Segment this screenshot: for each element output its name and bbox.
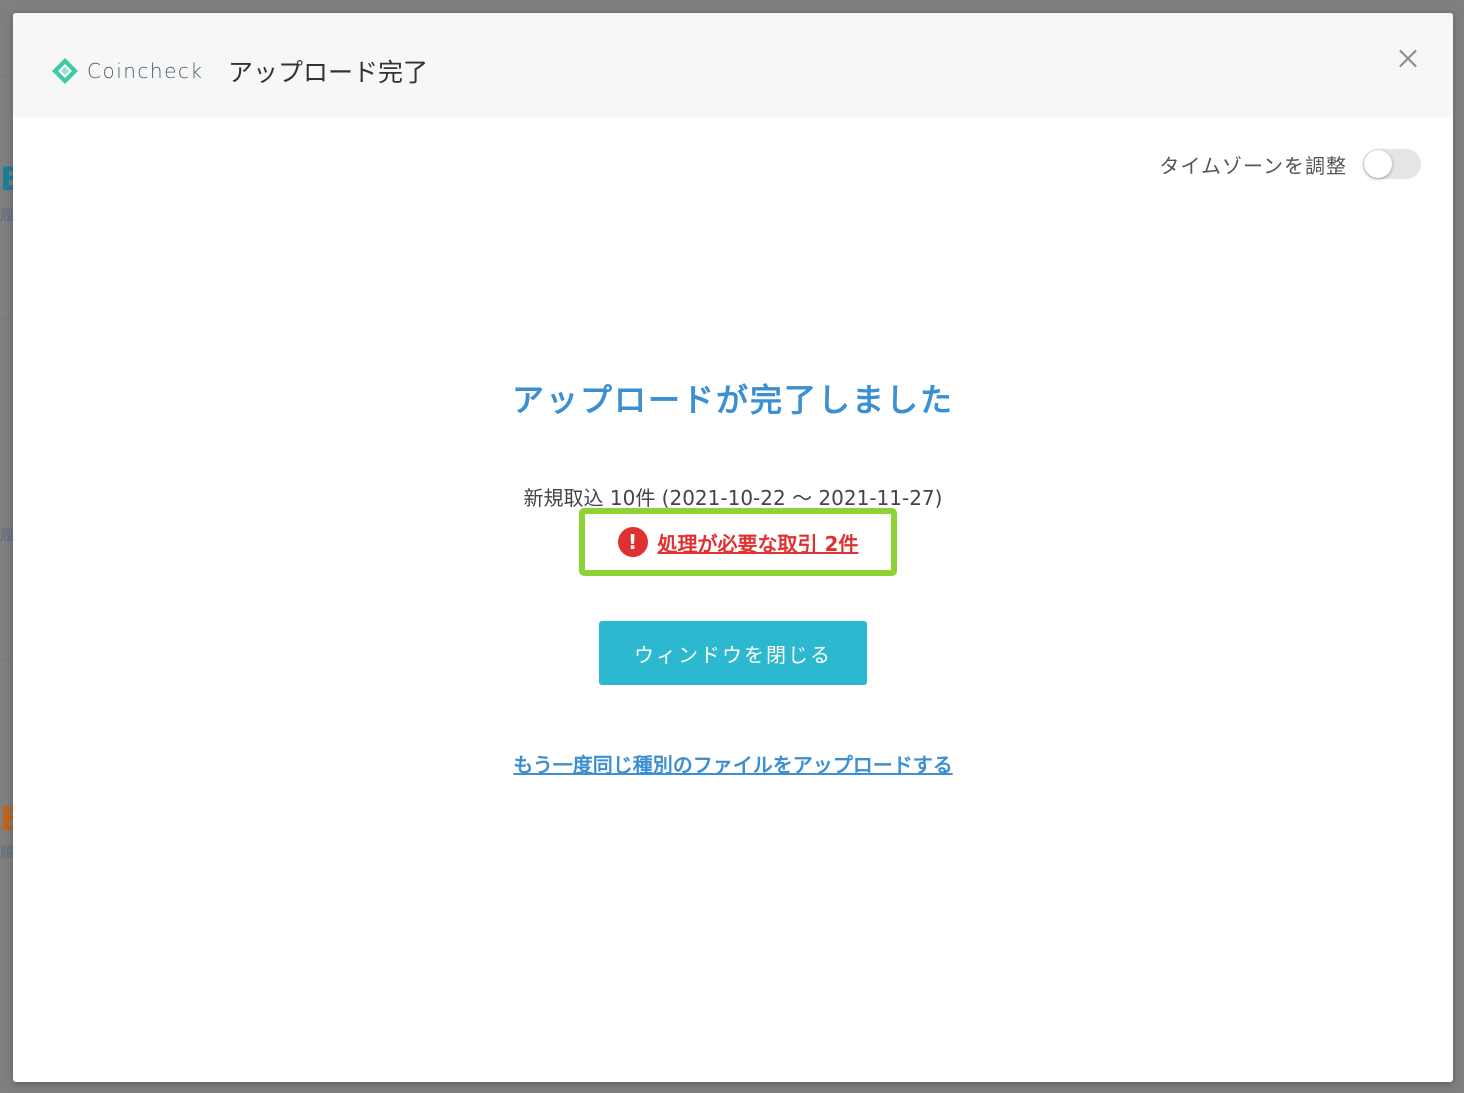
coincheck-logo-icon — [52, 58, 78, 84]
toggle-knob — [1364, 150, 1392, 178]
close-window-button[interactable]: ウィンドウを閉じる — [599, 621, 867, 685]
background-glyph: 履 — [0, 845, 14, 861]
action-required-highlight: ! 処理が必要な取引 2件 — [579, 508, 897, 576]
import-summary: 新規取込 10件 (2021-10-22 〜 2021-11-27) — [523, 486, 943, 510]
exclamation-icon: ! — [617, 527, 648, 557]
timezone-toggle[interactable] — [1363, 149, 1421, 179]
timezone-adjust-row: タイムゾーンを調整 — [1159, 149, 1421, 179]
background-glyph: 履 — [0, 528, 14, 544]
timezone-label: タイムゾーンを調整 — [1159, 153, 1347, 178]
upload-complete-heading: アップロードが完了しました — [511, 381, 954, 419]
coincheck-logo: Coincheck — [51, 57, 204, 85]
modal-title: アップロード完了 — [228, 58, 429, 87]
logo-text: Coincheck — [87, 59, 204, 83]
reupload-link[interactable]: もう一度同じ種別のファイルをアップロードする — [13, 749, 1453, 778]
close-icon[interactable] — [1396, 46, 1420, 70]
action-required-link[interactable]: 処理が必要な取引 2件 — [658, 528, 859, 557]
upload-complete-modal: Coincheck アップロード完了 タイムゾーンを調整 アップロードが完了しま… — [13, 13, 1453, 1082]
background-glyph: 履 — [0, 208, 14, 224]
modal-header: Coincheck アップロード完了 — [13, 13, 1453, 117]
